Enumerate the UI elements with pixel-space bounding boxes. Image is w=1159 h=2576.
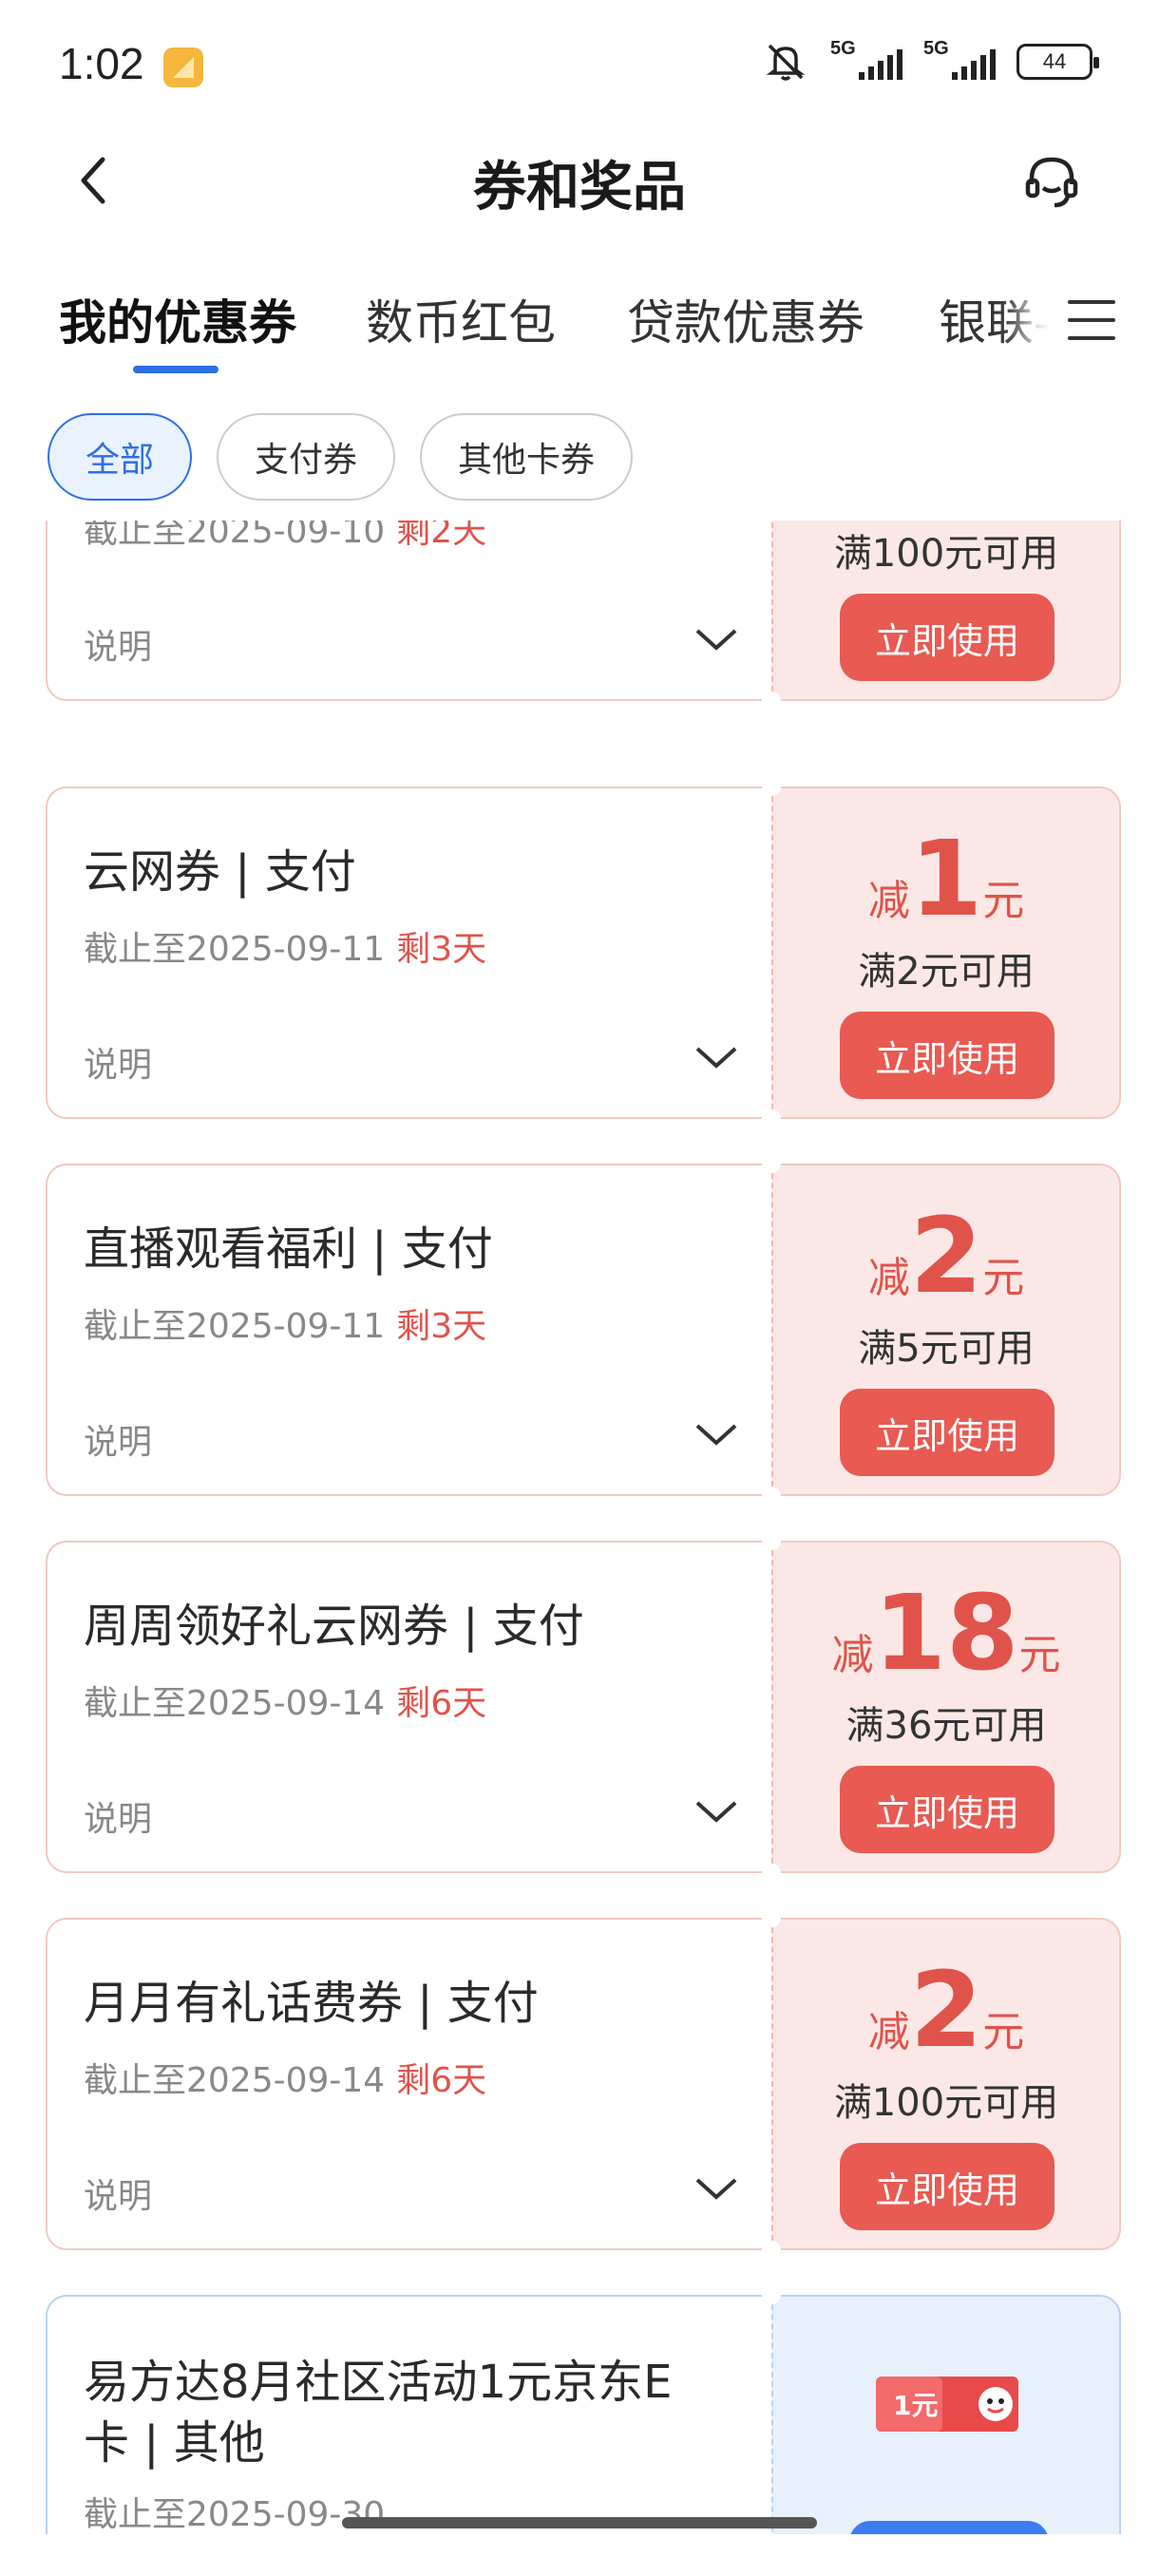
tab-digital-red-packet[interactable]: 数币红包	[366, 285, 556, 353]
coupon-title: 直播观看福利 | 支付	[84, 1222, 493, 1276]
chevron-down-icon[interactable]	[694, 1797, 739, 1826]
coupon-amount: 减1元	[867, 818, 1025, 939]
coupon-card: 直播观看福利 | 支付 截止至2025-09-11 剩3天 说明 减2元 满5元可…	[46, 1154, 1121, 1506]
coupon-remaining: 剩2天	[396, 521, 487, 551]
home-indicator[interactable]	[342, 2517, 817, 2529]
use-now-button[interactable]: 立即使用	[840, 1012, 1054, 1099]
gift-card-coupon: 易方达8月社区活动1元京东E 卡 | 其他 截止至2025-09-30 1元	[46, 2285, 1121, 2534]
chevron-down-icon[interactable]	[694, 625, 739, 653]
use-now-button[interactable]: 立即使用	[840, 2143, 1054, 2230]
coupon-deadline: 截止至2025-09-11 剩3天	[84, 1307, 487, 1346]
coupon-deadline: 截止至2025-09-14 剩6天	[84, 2061, 487, 2100]
coupon-condition: 满100元可用	[833, 532, 1059, 576]
coupon-title: 月月有礼话费券 | 支付	[84, 1977, 539, 2030]
coupon-condition: 满5元可用	[858, 1327, 1035, 1371]
coupon-amount: 减18元	[831, 1572, 1061, 1694]
title-bar: 券和奖品	[0, 123, 1159, 237]
chevron-down-icon[interactable]	[694, 1043, 739, 1071]
customer-service-icon[interactable]	[1020, 150, 1083, 213]
chip-other-cards[interactable]: 其他卡券	[420, 413, 634, 501]
coupon-remaining: 剩6天	[396, 2061, 487, 2100]
battery-level: 44	[1042, 49, 1067, 73]
coupon-amount: 减2元	[867, 1195, 1025, 1316]
coupon-amount: 减2元	[867, 1949, 1025, 2071]
coupon-desc-label: 说明	[84, 1046, 153, 1085]
coupon-deadline: 截止至2025-09-10 剩2天	[84, 521, 486, 553]
use-now-button[interactable]	[849, 2521, 1049, 2534]
coupon-remaining: 剩3天	[396, 930, 487, 969]
coupon-card: 云网券 | 支付 截止至2025-09-11 剩3天 说明 减1元 满2元可用 立…	[46, 777, 1121, 1128]
coupon-condition: 满36元可用	[846, 1704, 1047, 1748]
coupon-title-line2: 卡 | 其他	[84, 2416, 265, 2470]
coupon-title-line1: 易方达8月社区活动1元京东E	[84, 2356, 673, 2409]
use-now-button[interactable]: 立即使用	[840, 594, 1054, 681]
tab-loan-coupons[interactable]: 贷款优惠券	[627, 285, 864, 353]
coupon-condition: 满2元可用	[858, 950, 1035, 994]
chip-payment-coupons[interactable]: 支付券	[217, 413, 396, 501]
coupon-condition: 满100元可用	[833, 2081, 1059, 2125]
tab-bar: 我的优惠券 数币红包 贷款优惠券 银联-	[0, 275, 1159, 380]
coupon-title: 云网券 | 支付	[84, 845, 356, 899]
coupon-remaining: 剩6天	[396, 1684, 487, 1723]
coupon-card: 周周领好礼云网券 | 支付 截止至2025-09-14 剩6天 说明 减18元 满…	[46, 1531, 1121, 1883]
battery-icon: 44	[1016, 44, 1099, 80]
signal-2-icon: 5G	[923, 38, 996, 84]
status-time: 1:02	[59, 39, 144, 88]
filter-chips: 全部 支付券 其他卡券	[48, 413, 634, 501]
gallery-notification-icon	[163, 47, 203, 87]
coupon-card: 截止至2025-09-10剩2天 说明 减2元 满100元可用 立即使用	[46, 521, 1121, 710]
active-tab-indicator	[133, 366, 218, 373]
use-now-button[interactable]: 立即使用	[840, 1389, 1054, 1476]
chevron-down-icon[interactable]	[694, 2174, 739, 2203]
ecard-label: 1元	[893, 2390, 938, 2421]
coupon-deadline: 截止至2025-09-11 剩3天	[84, 930, 487, 969]
coupon-desc-label: 说明	[84, 1800, 153, 1839]
use-now-button[interactable]: 立即使用	[840, 1766, 1054, 1853]
status-bar: 1:02 5G 5G 44	[0, 0, 1159, 133]
coupon-deadline: 截止至2025-09-30	[84, 2495, 386, 2534]
chip-all[interactable]: 全部	[48, 413, 193, 501]
tab-my-coupons[interactable]: 我的优惠券	[59, 285, 296, 353]
coupon-title: 周周领好礼云网券 | 支付	[84, 1600, 584, 1653]
tab-unionpay[interactable]: 银联-	[939, 285, 1051, 353]
jd-ecard-image: 1元	[876, 2377, 1018, 2432]
page-title: 券和奖品	[473, 157, 686, 218]
signal-1-icon: 5G	[830, 38, 902, 84]
coupon-list: 截止至2025-09-10剩2天 说明 减2元 满100元可用 立即使用 云网券…	[0, 521, 1159, 2534]
coupon-desc-label: 说明	[84, 1423, 153, 1462]
coupon-card: 月月有礼话费券 | 支付 截止至2025-09-14 剩6天 说明 减2元 满10…	[46, 1908, 1121, 2260]
menu-icon[interactable]	[1062, 291, 1121, 350]
coupon-desc-label: 说明	[84, 2177, 153, 2216]
chevron-down-icon[interactable]	[694, 1420, 739, 1449]
coupon-remaining: 剩3天	[396, 1307, 487, 1346]
coupon-desc-label: 说明	[84, 628, 153, 667]
mute-bell-icon	[766, 44, 806, 81]
coupon-deadline: 截止至2025-09-14 剩6天	[84, 1684, 487, 1723]
